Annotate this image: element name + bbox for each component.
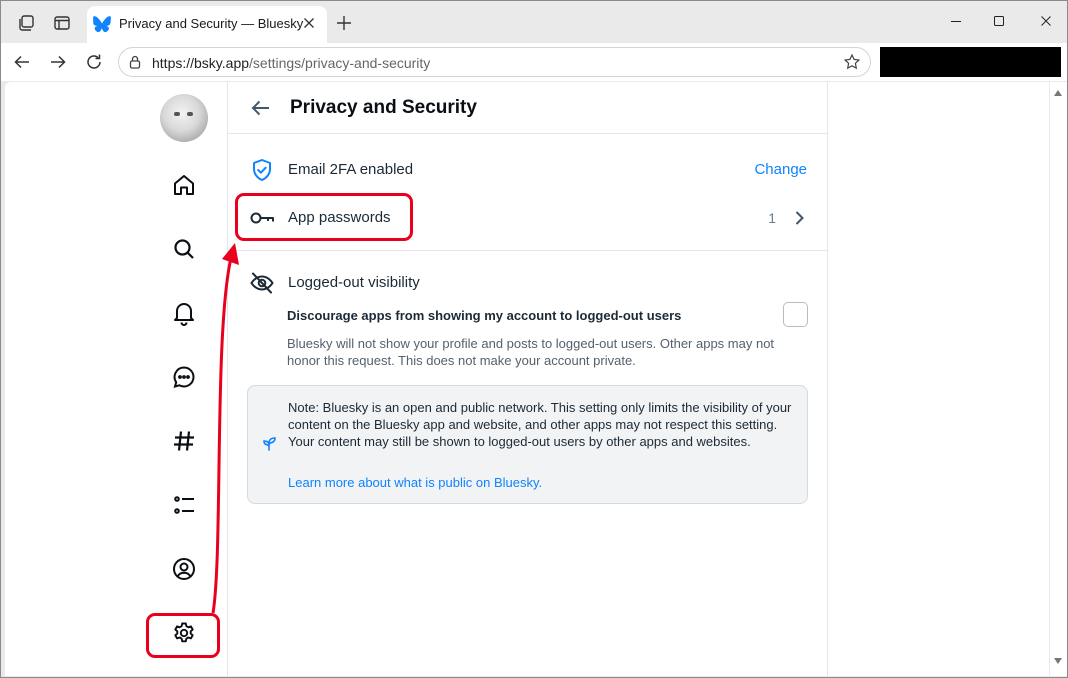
address-bar[interactable]: https://bsky.app/settings/privacy-and-se… xyxy=(118,47,871,77)
public-network-note: Note: Bluesky is an open and public netw… xyxy=(247,385,808,504)
url-host: https://bsky.app xyxy=(152,55,250,71)
sprout-icon xyxy=(260,434,278,452)
url-text[interactable]: https://bsky.app/settings/privacy-and-se… xyxy=(152,55,430,71)
eye-off-icon xyxy=(249,271,275,295)
page-content: Privacy and Security Email 2FA enabled C… xyxy=(5,82,1049,676)
lists-icon[interactable] xyxy=(171,492,197,518)
tab-actions-icon[interactable] xyxy=(52,13,72,33)
scroll-down-icon[interactable] xyxy=(1054,658,1062,664)
tab-strip: Privacy and Security — Bluesky xyxy=(1,1,1067,43)
bell-icon[interactable] xyxy=(171,300,197,326)
browser-window: Privacy and Security — Bluesky https://b… xyxy=(0,0,1068,678)
discourage-checkbox[interactable] xyxy=(783,302,808,327)
page-header: Privacy and Security xyxy=(228,82,827,134)
search-icon[interactable] xyxy=(171,236,197,262)
bluesky-butterfly-icon xyxy=(93,16,111,32)
visibility-title: Logged-out visibility xyxy=(288,274,420,291)
back-icon[interactable] xyxy=(12,52,32,72)
navigation-bar: https://bsky.app/settings/privacy-and-se… xyxy=(1,43,1067,81)
main-divider xyxy=(827,82,828,676)
change-2fa-button[interactable]: Change xyxy=(754,161,807,178)
chat-icon[interactable] xyxy=(171,364,197,390)
hashtag-icon[interactable] xyxy=(171,428,197,454)
active-tab[interactable]: Privacy and Security — Bluesky xyxy=(87,6,327,43)
section-divider xyxy=(228,250,827,251)
maximize-icon[interactable] xyxy=(989,11,1009,31)
profile-icon[interactable] xyxy=(171,556,197,582)
home-icon[interactable] xyxy=(171,172,197,198)
back-arrow-icon[interactable] xyxy=(250,97,272,119)
page-title: Privacy and Security xyxy=(290,97,477,118)
close-window-icon[interactable] xyxy=(1036,11,1056,31)
visibility-title-row: Logged-out visibility xyxy=(228,263,827,303)
forward-icon[interactable] xyxy=(48,52,68,72)
scroll-up-icon[interactable] xyxy=(1054,90,1062,96)
email-2fa-row: Email 2FA enabled Change xyxy=(228,150,827,190)
chevron-right-icon xyxy=(791,209,807,227)
tab-title: Privacy and Security — Bluesky xyxy=(119,16,304,31)
favorite-star-icon[interactable] xyxy=(843,53,861,71)
refresh-icon[interactable] xyxy=(84,52,104,72)
highlight-app-passwords xyxy=(235,193,413,241)
new-tab-icon[interactable] xyxy=(334,13,354,33)
app-passwords-count: 1 xyxy=(768,210,776,226)
url-path: /settings/privacy-and-security xyxy=(249,55,431,71)
avatar[interactable] xyxy=(160,94,208,142)
scrollbar[interactable] xyxy=(1050,82,1067,676)
highlight-settings xyxy=(146,613,220,658)
learn-more-link[interactable]: Learn more about what is public on Blues… xyxy=(288,475,542,490)
lock-icon[interactable] xyxy=(127,54,143,70)
redacted-area xyxy=(880,47,1061,77)
email-2fa-label: Email 2FA enabled xyxy=(288,161,414,178)
close-tab-icon[interactable] xyxy=(301,15,317,31)
shield-check-icon xyxy=(249,158,275,182)
minimize-icon[interactable] xyxy=(946,11,966,31)
workspaces-icon[interactable] xyxy=(16,13,36,33)
visibility-description: Bluesky will not show your profile and p… xyxy=(287,336,775,368)
note-text: Note: Bluesky is an open and public netw… xyxy=(288,400,792,449)
discourage-label: Discourage apps from showing my account … xyxy=(287,308,682,323)
